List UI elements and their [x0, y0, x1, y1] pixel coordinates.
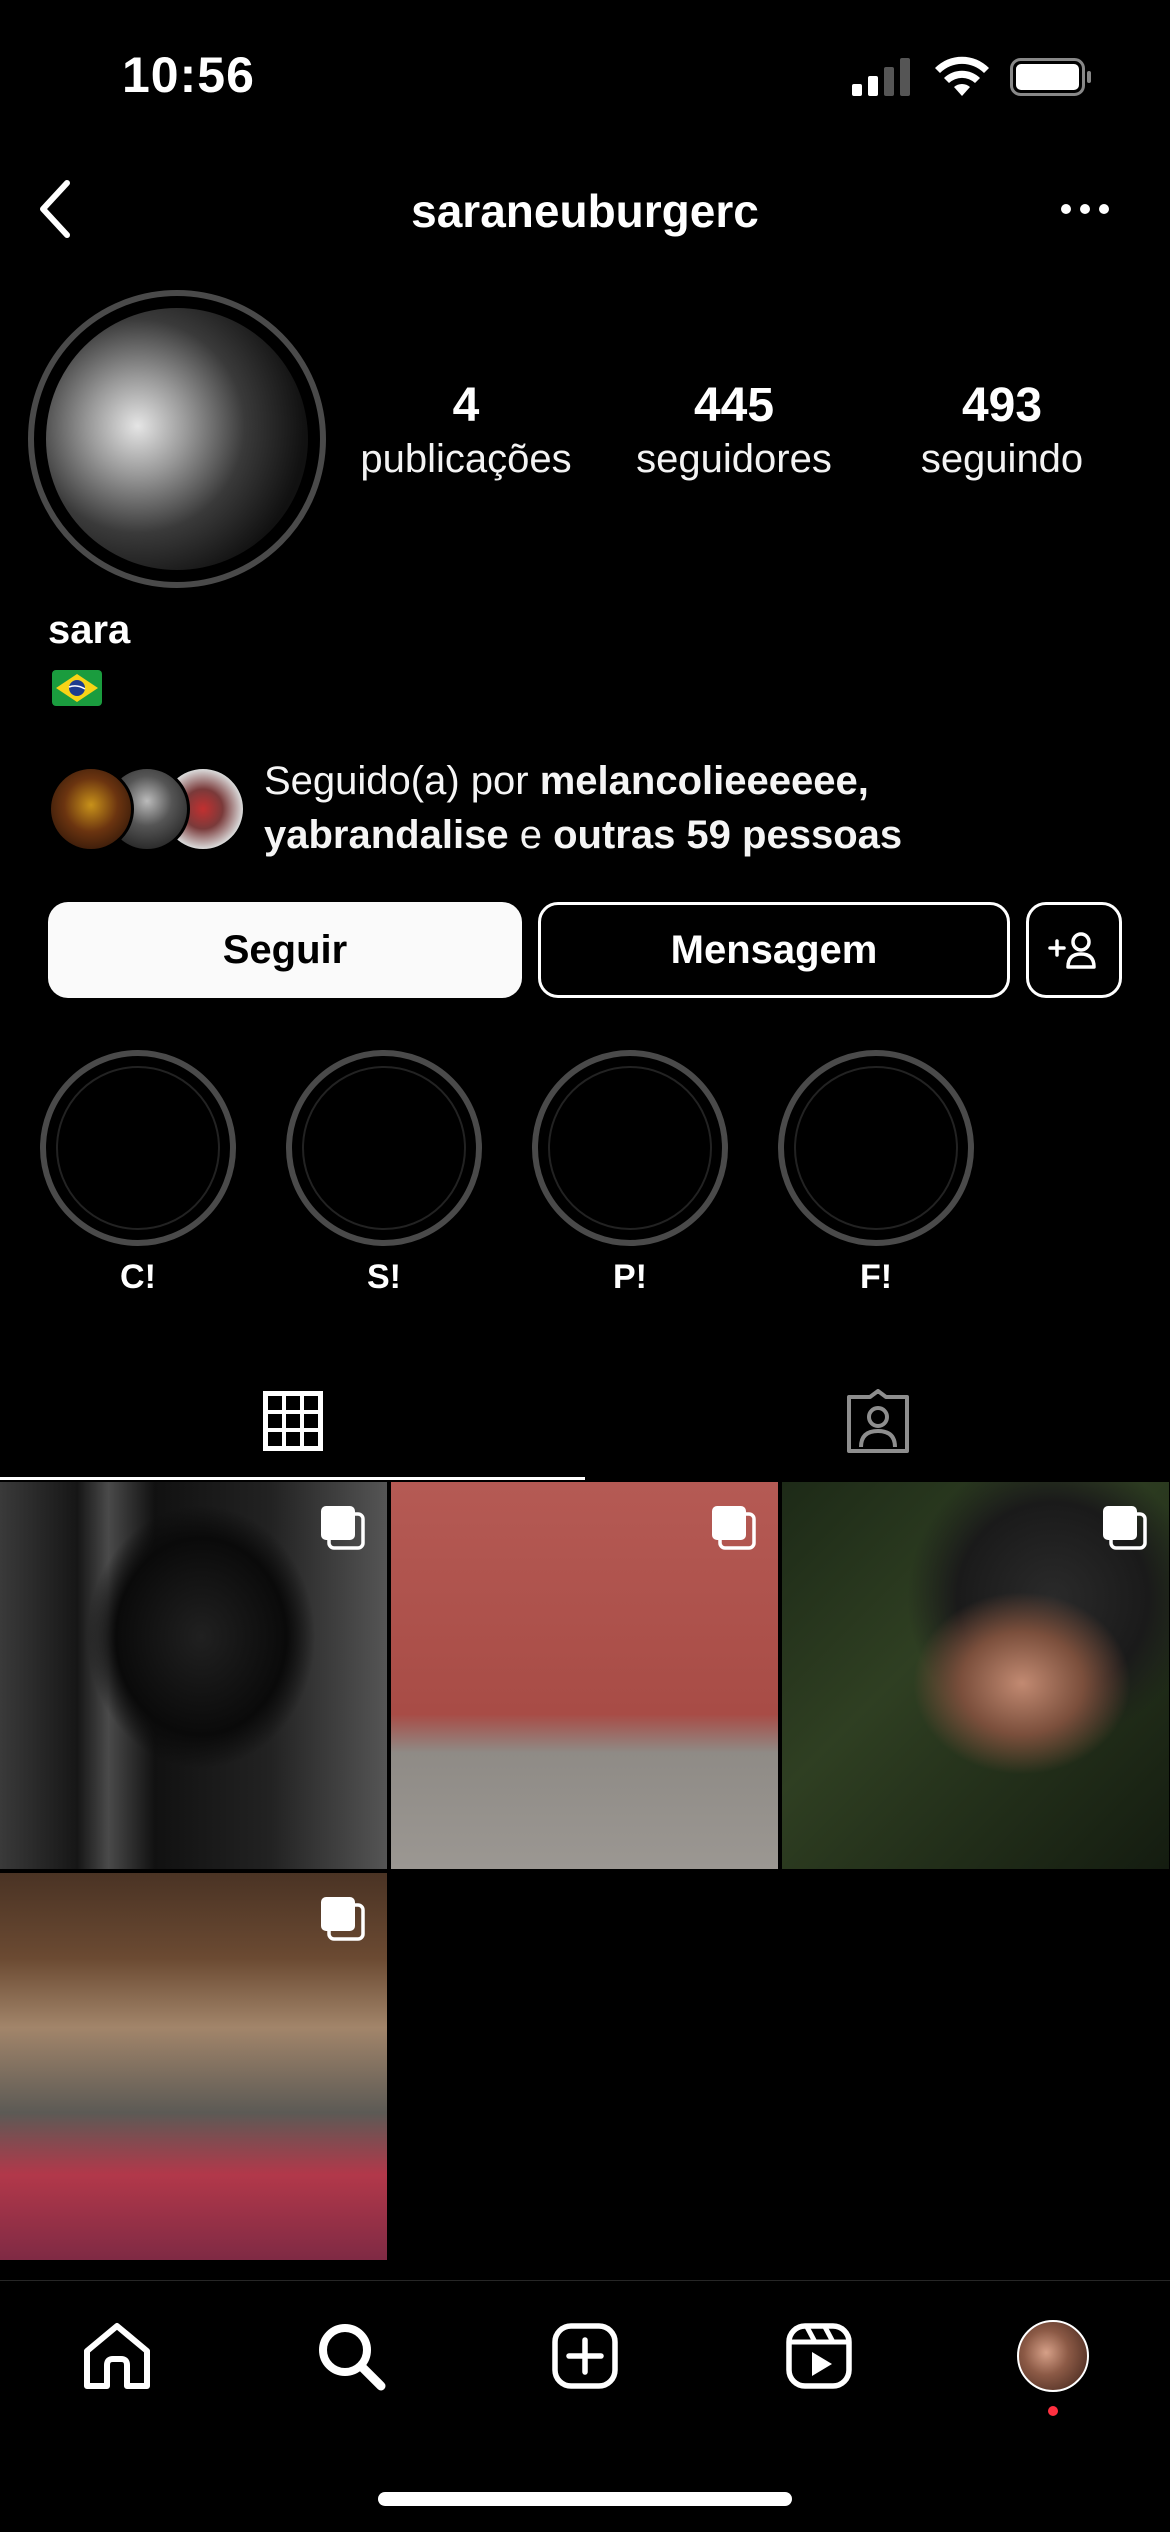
- suggested-accounts-button[interactable]: [1026, 902, 1122, 998]
- highlight-cover: [56, 1066, 220, 1230]
- stat-followers-count: 445: [693, 379, 775, 432]
- add-person-icon: [1048, 932, 1096, 969]
- post-thumbnail[interactable]: [0, 1482, 387, 1869]
- home-icon: [84, 2323, 150, 2389]
- highlight-cover: [794, 1066, 958, 1230]
- mutual-user-link[interactable]: melancolieeeeee,: [540, 759, 869, 803]
- multiple-photos-icon: [1103, 1506, 1147, 1550]
- search-icon: [319, 2324, 386, 2391]
- story-highlight[interactable]: P!: [532, 1050, 728, 1310]
- status-bar: 10:56: [0, 0, 1170, 150]
- tabbar-reels[interactable]: [774, 2311, 864, 2401]
- stat-posts-count: 4: [452, 379, 480, 432]
- multiple-photos-icon: [321, 1897, 365, 1941]
- more-horizontal-icon: [1061, 204, 1109, 214]
- stat-posts[interactable]: 4 publicações: [336, 378, 596, 484]
- stat-following-count: 493: [961, 379, 1043, 432]
- mutual-followers-avatars: [48, 766, 248, 852]
- mutual-user-link[interactable]: yabrandalise: [264, 813, 509, 857]
- more-options-button[interactable]: [1050, 174, 1120, 244]
- followed-prefix: Seguido(a) por: [264, 759, 540, 803]
- highlight-label: S!: [367, 1258, 401, 1296]
- tab-active-indicator: [0, 1477, 585, 1480]
- story-highlight[interactable]: C!: [40, 1050, 236, 1310]
- reels-icon: [786, 2323, 852, 2389]
- wifi-icon: [935, 56, 989, 96]
- highlight-label: P!: [613, 1258, 647, 1296]
- bottom-tab-bar: [0, 2280, 1170, 2430]
- post-thumbnail[interactable]: [0, 1873, 387, 2260]
- tabbar-profile[interactable]: [1008, 2311, 1098, 2401]
- tab-grid[interactable]: [0, 1362, 585, 1480]
- tabbar-home[interactable]: [72, 2311, 162, 2401]
- post-thumbnail[interactable]: [391, 1482, 778, 1869]
- stat-posts-label: publicações: [360, 437, 572, 481]
- profile-avatar[interactable]: [28, 290, 326, 588]
- brazil-flag-icon: [52, 670, 102, 706]
- multiple-photos-icon: [321, 1506, 365, 1550]
- stat-following-label: seguindo: [920, 437, 1084, 481]
- profile-tabs: [0, 1362, 1170, 1480]
- highlight-ring: [40, 1050, 236, 1246]
- status-time: 10:56: [122, 47, 255, 103]
- stat-followers-label: seguidores: [636, 437, 832, 481]
- highlight-ring: [532, 1050, 728, 1246]
- grid-icon: [262, 1391, 323, 1451]
- followed-by[interactable]: Seguido(a) por melancolieeeeee, yabranda…: [48, 752, 1148, 862]
- follow-button[interactable]: Seguir: [48, 902, 522, 998]
- stat-following[interactable]: 493 seguindo: [872, 378, 1132, 484]
- post-thumbnail[interactable]: [782, 1482, 1169, 1869]
- battery-icon: [1010, 58, 1091, 96]
- highlight-ring: [778, 1050, 974, 1246]
- highlight-label: F!: [859, 1258, 893, 1296]
- cellular-signal-icon: [852, 58, 910, 96]
- followed-by-text: Seguido(a) por melancolieeeeee, yabranda…: [264, 754, 1144, 862]
- highlight-cover: [548, 1066, 712, 1230]
- tabbar-search[interactable]: [306, 2311, 396, 2401]
- tabbar-create[interactable]: [540, 2311, 630, 2401]
- profile-avatar-icon: [1017, 2320, 1089, 2392]
- page-title: saraneuburgerc: [411, 185, 759, 237]
- home-indicator[interactable]: [378, 2492, 792, 2506]
- story-highlight[interactable]: F!: [778, 1050, 974, 1310]
- profile-header: saraneuburgerc: [0, 170, 1170, 250]
- mutual-avatar: [48, 766, 134, 852]
- notification-dot: [1048, 2406, 1058, 2416]
- tab-tagged[interactable]: [585, 1362, 1170, 1480]
- highlight-ring: [286, 1050, 482, 1246]
- display-name: sara: [48, 608, 131, 652]
- stat-followers[interactable]: 445 seguidores: [604, 378, 864, 484]
- message-button[interactable]: Mensagem: [538, 902, 1010, 998]
- tagged-icon: [846, 1389, 909, 1453]
- multiple-photos-icon: [712, 1506, 756, 1550]
- followed-joiner: e: [508, 813, 554, 857]
- mutual-others-link[interactable]: outras 59 pessoas: [553, 813, 902, 857]
- highlight-label: C!: [120, 1258, 156, 1296]
- create-post-icon: [552, 2323, 618, 2389]
- story-highlight[interactable]: S!: [286, 1050, 482, 1310]
- avatar-photo: [46, 308, 308, 570]
- highlight-cover: [302, 1066, 466, 1230]
